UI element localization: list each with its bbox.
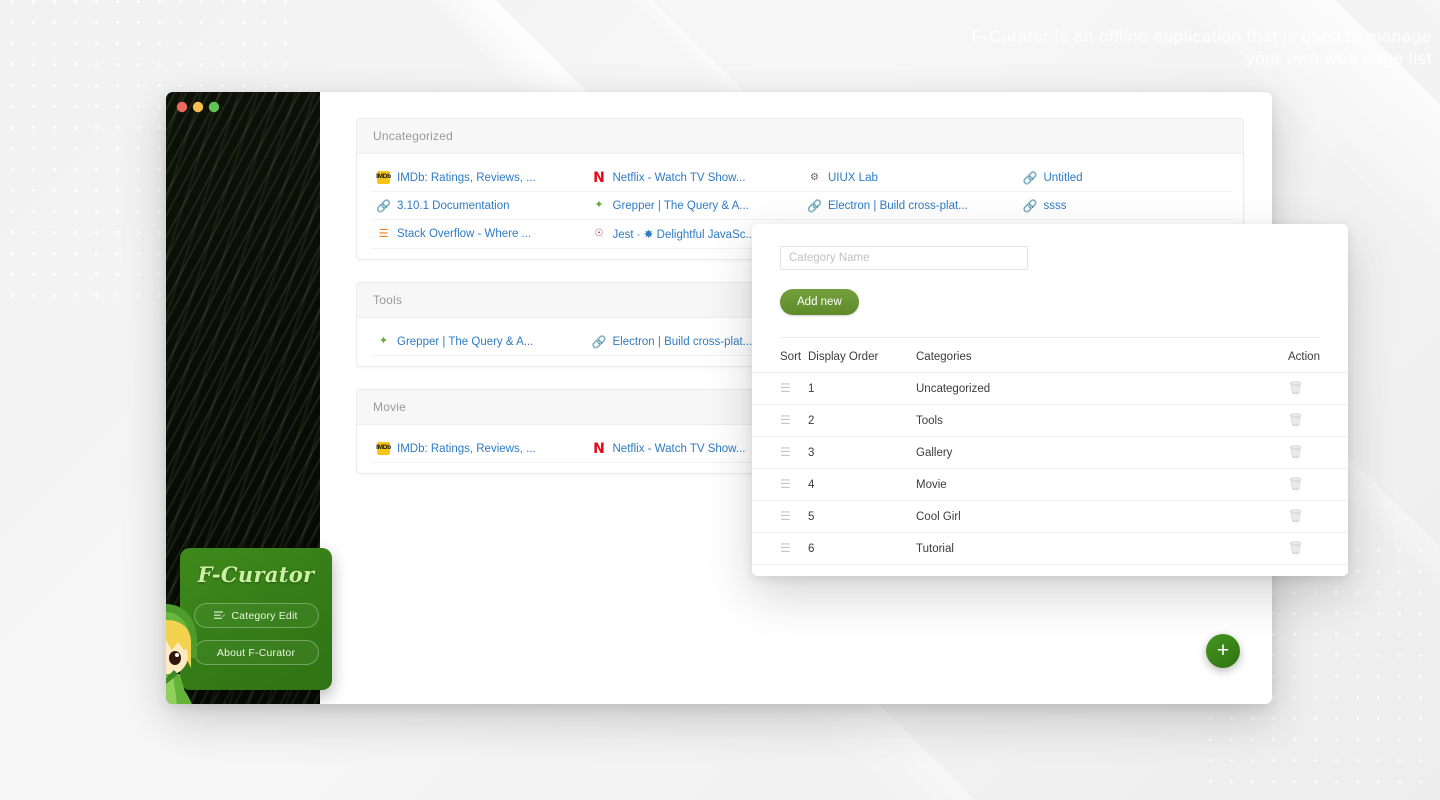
bookmark-item[interactable]: 🔗 Untitled bbox=[1017, 164, 1233, 192]
sidebar: F-Curator Category Edit About F-Curator bbox=[166, 92, 332, 704]
table-row[interactable]: ☰ 3 Gallery 🗑 bbox=[752, 436, 1348, 469]
delete-icon[interactable]: 🗑 bbox=[1288, 477, 1304, 491]
delete-icon[interactable]: 🗑 bbox=[1288, 381, 1304, 395]
uiux-icon: ⚙ bbox=[810, 171, 819, 183]
list-edit-icon bbox=[214, 611, 226, 620]
cell-category-name: Uncategorized bbox=[916, 372, 1278, 405]
delete-icon[interactable]: 🗑 bbox=[1288, 445, 1304, 459]
column-header-categories: Categories bbox=[916, 342, 1278, 373]
bookmark-label: Netflix - Watch TV Show... bbox=[612, 171, 746, 184]
link-icon: 🔗 bbox=[1022, 170, 1038, 185]
sidebar-item-label: Category Edit bbox=[231, 609, 298, 622]
bookmark-label: IMDb: Ratings, Reviews, ... bbox=[397, 442, 536, 455]
drag-handle-icon[interactable]: ☰ bbox=[780, 477, 791, 491]
grepper-icon: ✦ bbox=[378, 335, 389, 347]
modal-divider bbox=[780, 337, 1320, 338]
table-row[interactable]: ☰ 5 Cool Girl 🗑 bbox=[752, 500, 1348, 533]
link-icon: 🔗 bbox=[1022, 198, 1038, 213]
jest-icon: ☉ bbox=[594, 228, 604, 239]
link-icon: 🔗 bbox=[807, 198, 822, 213]
bookmark-item[interactable]: ⚙ UIUX Lab bbox=[802, 164, 1018, 192]
bookmark-label: Electron | Build cross-plat... bbox=[612, 335, 753, 348]
netflix-icon: N bbox=[593, 169, 605, 186]
page-root: F-Curator is an offline application that… bbox=[0, 0, 1440, 800]
bookmark-label: Untitled bbox=[1043, 171, 1083, 184]
link-icon: 🔗 bbox=[376, 198, 391, 213]
drag-handle-icon[interactable]: ☰ bbox=[780, 509, 791, 523]
column-header-sort: Sort bbox=[752, 342, 808, 373]
drag-handle-icon[interactable]: ☰ bbox=[780, 541, 791, 555]
cell-display-order: 4 bbox=[808, 468, 916, 501]
bookmark-item[interactable]: IMDb IMDb: Ratings, Reviews, ... bbox=[371, 435, 587, 463]
delete-icon[interactable]: 🗑 bbox=[1288, 413, 1304, 427]
imdb-icon: IMDb bbox=[376, 442, 391, 455]
cell-category-name: Gallery bbox=[916, 436, 1278, 469]
bookmark-item[interactable]: ✦ Grepper | The Query & A... bbox=[586, 192, 802, 220]
bookmark-label: 3.10.1 Documentation bbox=[397, 199, 510, 212]
table-row[interactable]: ☰ 6 Tutorial 🗑 bbox=[752, 532, 1348, 565]
cell-category-name: Tutorial bbox=[916, 532, 1278, 565]
sidebar-item-label: About F-Curator bbox=[216, 646, 296, 659]
bookmark-label: IMDb: Ratings, Reviews, ... bbox=[397, 171, 536, 184]
bookmark-item[interactable]: ✦ Grepper | The Query & A... bbox=[371, 328, 587, 356]
sidebar-item-about[interactable]: About F-Curator bbox=[193, 640, 319, 665]
sidebar-panel: F-Curator Category Edit About F-Curator bbox=[180, 548, 332, 690]
bookmark-item[interactable]: ☰ Stack Overflow - Where ... bbox=[371, 220, 587, 249]
bookmark-label: UIUX Lab bbox=[828, 171, 878, 184]
cell-display-order: 2 bbox=[808, 404, 916, 437]
grepper-icon: ✦ bbox=[594, 199, 604, 211]
category-name-input[interactable] bbox=[780, 246, 1028, 270]
cell-category-name: Cool Girl bbox=[916, 500, 1278, 533]
brand-title: F-Curator bbox=[197, 562, 315, 587]
bookmark-label: Netflix - Watch TV Show... bbox=[612, 442, 746, 455]
cell-display-order: 5 bbox=[808, 500, 916, 533]
drag-handle-icon[interactable]: ☰ bbox=[780, 381, 791, 395]
column-header-display-order: Display Order bbox=[808, 342, 916, 373]
bookmark-label: ssss bbox=[1043, 199, 1067, 212]
table-row[interactable]: ☰ 4 Movie 🗑 bbox=[752, 468, 1348, 501]
categories-table-body: ☰ 1 Uncategorized 🗑 ☰ 2 Tools 🗑 ☰ 3 Gall… bbox=[752, 372, 1348, 565]
categories-table: Sort Display Order Categories Action ☰ 1… bbox=[752, 342, 1348, 565]
delete-icon[interactable]: 🗑 bbox=[1288, 509, 1304, 523]
cell-display-order: 3 bbox=[808, 436, 916, 469]
table-row[interactable]: ☰ 2 Tools 🗑 bbox=[752, 404, 1348, 437]
close-icon bbox=[176, 101, 188, 113]
bookmark-label: Grepper | The Query & A... bbox=[397, 335, 534, 348]
bookmark-item[interactable]: 🔗 Electron | Build cross-plat... bbox=[802, 192, 1018, 220]
add-new-button[interactable]: Add new bbox=[780, 289, 859, 315]
category-title: Uncategorized bbox=[357, 119, 1243, 154]
drag-handle-icon[interactable]: ☰ bbox=[780, 445, 791, 459]
imdb-icon: IMDb bbox=[376, 171, 391, 184]
cell-display-order: 6 bbox=[808, 532, 916, 565]
maximize-icon bbox=[208, 101, 220, 113]
add-bookmark-button[interactable]: + bbox=[1206, 634, 1240, 668]
column-header-action: Action bbox=[1278, 342, 1348, 373]
bookmark-label: Jest · ✸ Delightful JavaSc... bbox=[612, 229, 756, 241]
cell-category-name: Movie bbox=[916, 468, 1278, 501]
drag-handle-icon[interactable]: ☰ bbox=[780, 413, 791, 427]
bookmark-item[interactable]: 🔗 3.10.1 Documentation bbox=[371, 192, 587, 220]
table-header-row: Sort Display Order Categories Action bbox=[752, 342, 1348, 373]
link-icon: 🔗 bbox=[591, 334, 607, 349]
modal-form: Add new bbox=[752, 224, 1348, 315]
minimize-icon bbox=[192, 101, 204, 113]
cell-display-order: 1 bbox=[808, 372, 916, 405]
bookmark-label: Stack Overflow - Where ... bbox=[397, 228, 532, 240]
stackoverflow-icon: ☰ bbox=[378, 227, 389, 240]
bookmark-item[interactable]: 🔗 ssss bbox=[1017, 192, 1233, 220]
bookmark-item[interactable]: IMDb IMDb: Ratings, Reviews, ... bbox=[371, 164, 587, 192]
bookmark-item[interactable]: N Netflix - Watch TV Show... bbox=[586, 164, 802, 192]
sidebar-item-category-edit[interactable]: Category Edit bbox=[193, 603, 319, 628]
netflix-icon: N bbox=[593, 440, 605, 457]
table-row[interactable]: ☰ 1 Uncategorized 🗑 bbox=[752, 372, 1348, 405]
category-edit-modal: Add new Sort Display Order Categories Ac… bbox=[752, 224, 1348, 576]
cell-category-name: Tools bbox=[916, 404, 1278, 437]
bookmark-label: Electron | Build cross-plat... bbox=[828, 199, 968, 212]
window-traffic-lights[interactable] bbox=[176, 101, 220, 113]
bookmark-label: Grepper | The Query & A... bbox=[612, 199, 749, 212]
delete-icon[interactable]: 🗑 bbox=[1288, 541, 1304, 555]
